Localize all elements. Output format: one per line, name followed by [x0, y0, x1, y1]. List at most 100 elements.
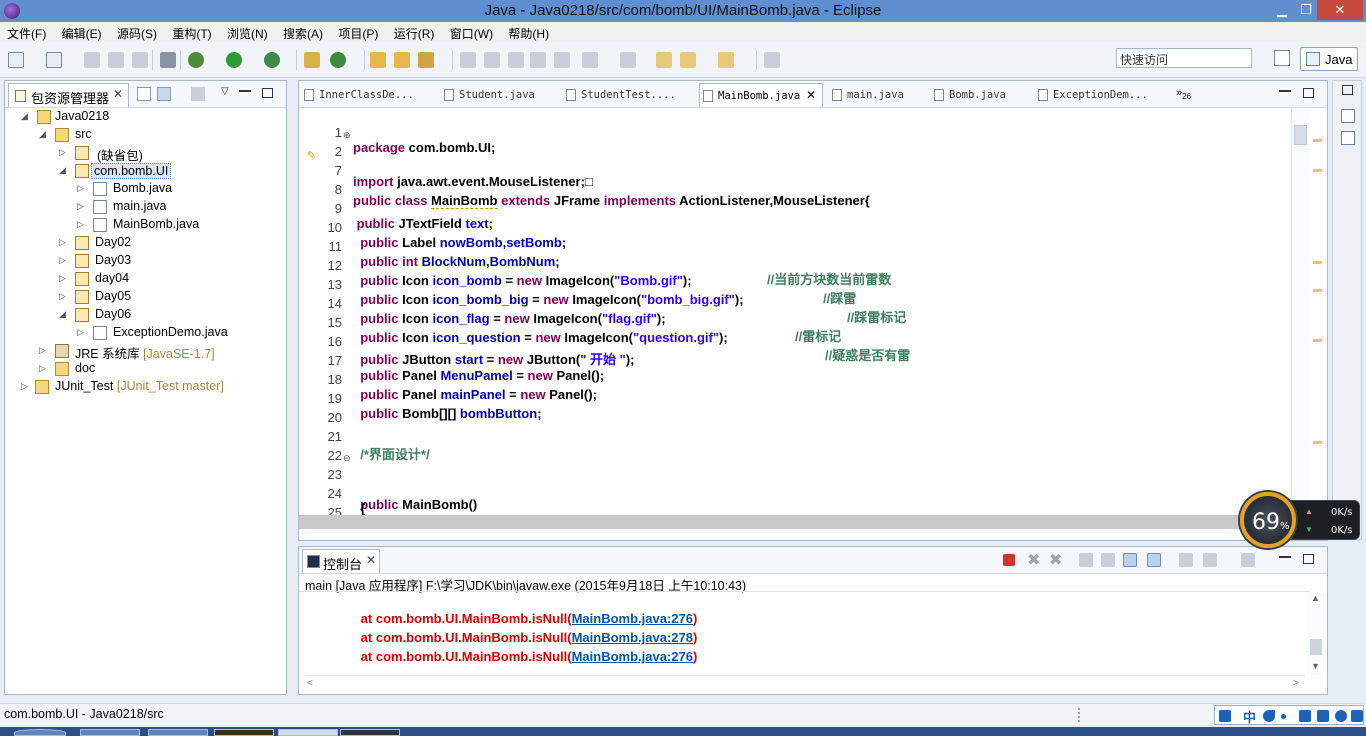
collapsed-arrow-icon[interactable]: ▷ — [59, 273, 69, 284]
show-on-stdout-icon[interactable] — [1123, 553, 1137, 567]
view-filter-icon[interactable] — [191, 87, 205, 101]
tree-item-day02[interactable]: ▷ Day02 — [59, 235, 279, 252]
open-task-icon[interactable] — [394, 52, 410, 68]
maximize-view-icon[interactable] — [262, 88, 273, 98]
ime-user-icon[interactable] — [1335, 710, 1347, 722]
warning-lightbulb-icon[interactable]: ✎ — [307, 149, 317, 162]
scroll-right-icon[interactable]: > — [1293, 678, 1299, 689]
tree-item-jre-library[interactable]: ▷ JRE 系统库 [JavaSE-1.7] — [39, 343, 279, 361]
menu-window[interactable]: 窗口(W) — [450, 22, 493, 42]
tree-item-mainbomb-java[interactable]: ▷ MainBomb.java — [77, 217, 277, 234]
minimize-view-icon[interactable] — [1279, 89, 1291, 92]
minimize-view-icon[interactable] — [239, 89, 251, 92]
remove-launch-icon[interactable]: ✖ — [1027, 550, 1041, 569]
collapsed-arrow-icon[interactable]: ▷ — [21, 381, 31, 392]
last-edit-icon[interactable] — [620, 52, 636, 68]
maximize-view-icon[interactable] — [1303, 88, 1314, 98]
tree-item-java0218[interactable]: ◢ Java0218 — [21, 109, 281, 126]
ime-toolbar[interactable]: 中 — [1214, 705, 1364, 725]
scrollbar-thumb[interactable] — [1294, 125, 1307, 145]
display-console-icon[interactable] — [1203, 553, 1217, 567]
tree-item-day06[interactable]: ◢ Day06 — [59, 307, 279, 324]
outline-icon[interactable] — [1341, 131, 1355, 145]
menu-edit[interactable]: 编辑(E) — [62, 22, 102, 42]
collapsed-arrow-icon[interactable]: ▷ — [59, 237, 69, 248]
back-history-icon[interactable] — [680, 52, 696, 68]
warning-marker[interactable] — [1313, 261, 1322, 264]
editor-horizontal-scrollbar[interactable] — [299, 515, 1309, 529]
network-monitor-widget[interactable]: 0K/s 0K/s ▲ ▼ 69% — [1240, 492, 1360, 548]
collapsed-arrow-icon[interactable]: ▷ — [39, 345, 49, 356]
expanded-arrow-icon[interactable]: ◢ — [59, 165, 69, 176]
link-with-editor-icon[interactable] — [157, 87, 171, 101]
taskbar-app-button[interactable] — [148, 729, 208, 736]
expanded-arrow-icon[interactable]: ◢ — [21, 111, 31, 122]
tab-student[interactable]: Student.java — [441, 83, 553, 107]
taskbar-app-button[interactable] — [214, 729, 274, 736]
menu-run[interactable]: 运行(R) — [394, 22, 435, 42]
expand-fold-icon[interactable]: ⊕ — [343, 130, 353, 141]
search-icon[interactable] — [418, 52, 434, 68]
java-perspective-button[interactable]: Java — [1300, 47, 1358, 71]
collapsed-arrow-icon[interactable]: ▷ — [59, 147, 69, 158]
back-arrow-icon[interactable] — [656, 52, 672, 68]
menu-help[interactable]: 帮助(H) — [508, 22, 549, 42]
ime-language[interactable]: 中 — [1243, 707, 1256, 726]
tree-item-junit-test[interactable]: ▷ JUnit_Test [JUnit_Test master] — [21, 379, 281, 396]
menu-source[interactable]: 源码(S) — [117, 22, 157, 42]
tree-item-main-java[interactable]: ▷ main.java — [77, 199, 277, 216]
warning-marker[interactable] — [1313, 339, 1322, 342]
minimize-view-icon[interactable] — [1279, 555, 1291, 558]
scroll-left-icon[interactable]: < — [307, 678, 313, 689]
tree-item-default-package[interactable]: ▷ (缺省包) — [59, 145, 279, 163]
tab-innerclassdemo[interactable]: InnerClassDe... — [301, 83, 437, 107]
tab-main[interactable]: main.java — [829, 83, 919, 107]
menu-search[interactable]: 搜索(A) — [283, 22, 323, 42]
scroll-up-icon[interactable]: ▲ — [1311, 593, 1320, 603]
tree-item-day03[interactable]: ▷ Day03 — [59, 253, 279, 270]
collapsed-arrow-icon[interactable]: ▷ — [59, 255, 69, 266]
ime-skin-icon[interactable] — [1317, 710, 1329, 722]
collapsed-arrow-icon[interactable]: ▷ — [77, 219, 87, 230]
new-java-project-icon[interactable] — [304, 52, 320, 68]
tree-item-day04[interactable]: ▷ day04 — [59, 271, 279, 288]
collapse-all-icon[interactable] — [137, 87, 151, 101]
collapsed-arrow-icon[interactable]: ▷ — [77, 327, 87, 338]
taskbar-app-button[interactable] — [80, 729, 140, 736]
overview-ruler[interactable] — [1309, 109, 1326, 515]
block-selection-icon[interactable] — [554, 52, 570, 68]
code-area[interactable]: 1 package com.bomb.UI; 2 ⊕ import java.a… — [299, 109, 1291, 515]
tab-studenttest[interactable]: StudentTest.... — [563, 83, 691, 107]
tab-mainbomb[interactable]: MainBomb.java ✕ — [699, 83, 823, 107]
open-perspective-icon[interactable] — [1274, 50, 1290, 66]
warning-marker[interactable] — [1313, 169, 1322, 172]
scroll-lock-icon[interactable] — [1101, 553, 1115, 567]
warning-marker[interactable] — [1313, 139, 1322, 142]
ime-settings-icon[interactable] — [1351, 710, 1363, 722]
ime-keyboard-icon[interactable] — [1299, 710, 1311, 722]
tab-package-explorer[interactable]: 包资源管理器 ✕ — [8, 83, 129, 107]
tab-console[interactable]: 控制台 ✕ — [302, 549, 380, 573]
taskbar-app-button[interactable] — [278, 729, 338, 736]
new-icon[interactable] — [8, 52, 24, 68]
menu-navigate[interactable]: 浏览(N) — [227, 22, 268, 42]
prev-annotation-icon[interactable] — [508, 52, 524, 68]
taskbar-app-button[interactable] — [340, 729, 400, 736]
editor-vertical-scrollbar[interactable] — [1291, 109, 1309, 515]
collapsed-arrow-icon[interactable]: ▷ — [77, 201, 87, 212]
maximize-view-icon[interactable] — [1303, 554, 1314, 564]
print-icon[interactable] — [132, 52, 148, 68]
skip-breakpoints-icon[interactable] — [160, 52, 176, 68]
tree-item-exceptiondemo-java[interactable]: ▷ ExceptionDemo.java — [77, 325, 277, 342]
menu-refactor[interactable]: 重构(T) — [172, 22, 211, 42]
expanded-arrow-icon[interactable]: ◢ — [39, 129, 49, 140]
ime-punctuation-icon[interactable] — [1281, 714, 1286, 719]
menu-file[interactable]: 文件(F) — [7, 22, 46, 42]
tree-item-com-bomb-ui[interactable]: ◢ com.bomb.UI — [59, 163, 279, 180]
close-icon[interactable]: ✕ — [366, 553, 376, 567]
tab-exceptiondemo[interactable]: ExceptionDem... — [1035, 83, 1165, 107]
task-list-icon[interactable] — [1341, 109, 1355, 123]
tree-item-doc[interactable]: ▷ doc — [39, 361, 279, 378]
collapse-fold-icon[interactable]: ⊖ — [343, 453, 353, 464]
remove-all-terminated-icon[interactable]: ✖ — [1049, 550, 1063, 569]
